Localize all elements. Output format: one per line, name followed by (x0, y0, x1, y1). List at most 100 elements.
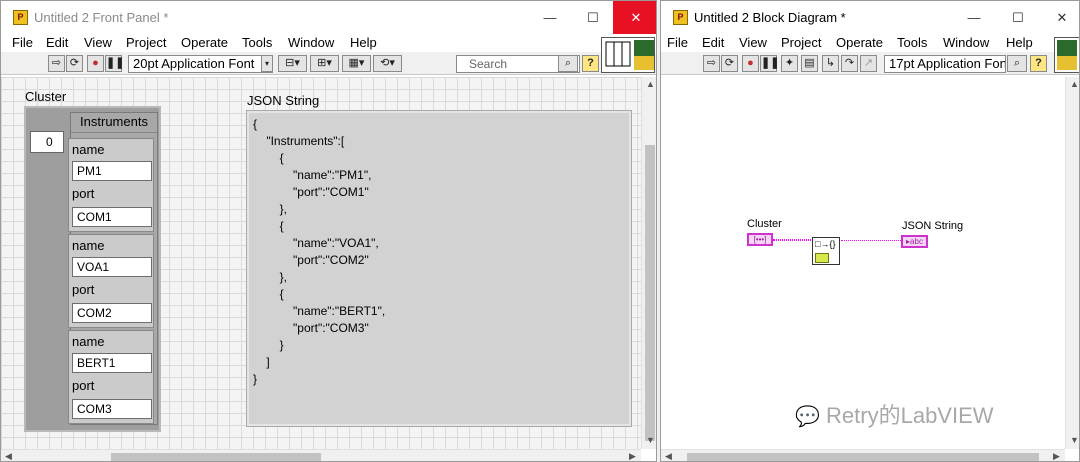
string-wire[interactable] (841, 240, 901, 242)
json-line: "port":"COM2" (253, 253, 369, 267)
scroll-thumb[interactable] (645, 145, 655, 441)
menu-project[interactable]: Project (781, 35, 821, 50)
name-field[interactable]: VOA1 (72, 257, 152, 277)
menu-project[interactable]: Project (126, 35, 166, 50)
json-line: }, (253, 270, 288, 284)
scroll-up-icon[interactable]: ▲ (646, 79, 655, 89)
menu-operate[interactable]: Operate (181, 35, 228, 50)
menu-file[interactable]: File (12, 35, 33, 50)
json-string-terminal-glyph: ▸abc (906, 237, 923, 246)
pause-icon[interactable]: ❚❚ (105, 55, 124, 72)
block-diagram-canvas[interactable] (661, 77, 1065, 449)
close-button[interactable]: ✕ (613, 1, 656, 34)
scroll-thumb[interactable] (111, 453, 321, 461)
pause-icon[interactable]: ❚❚ (760, 55, 779, 72)
search-icon[interactable]: ⌕ (1007, 55, 1027, 72)
title-bar[interactable]: P Untitled 2 Block Diagram * — ☐ ✕ (661, 1, 1079, 34)
name-field[interactable]: PM1 (72, 161, 152, 181)
menu-operate[interactable]: Operate (836, 35, 883, 50)
wechat-icon: 💬 (795, 406, 820, 428)
font-selector[interactable]: 17pt Application Font (884, 55, 1006, 73)
connector-pane-icon[interactable] (601, 37, 655, 73)
context-help-icon[interactable]: ? (1030, 55, 1047, 72)
menu-help[interactable]: Help (350, 35, 377, 50)
align-objects-icon[interactable]: ⊟▾ (278, 55, 307, 72)
maximize-button[interactable]: ☐ (995, 1, 1041, 34)
scroll-left-icon[interactable]: ◀ (665, 451, 672, 461)
maximize-button[interactable]: ☐ (570, 1, 616, 34)
name-field[interactable]: BERT1 (72, 353, 152, 373)
reorder-icon[interactable]: ⟲▾ (373, 55, 402, 72)
port-field[interactable]: COM2 (72, 303, 152, 323)
horizontal-scrollbar[interactable]: ◀ ▶ (661, 449, 1065, 461)
scroll-down-icon[interactable]: ▼ (646, 435, 655, 445)
font-dropdown-icon[interactable]: ▾ (261, 55, 273, 72)
cluster-label: Cluster (25, 89, 67, 104)
abort-icon[interactable]: ● (87, 55, 104, 72)
menu-bar: File Edit View Project Operate Tools Win… (661, 34, 1079, 52)
menu-window[interactable]: Window (288, 35, 334, 50)
array-index-input[interactable]: 0 (30, 131, 64, 153)
json-string-indicator[interactable]: { "Instruments":[ { "name":"PM1", "port"… (246, 110, 632, 427)
scroll-right-icon[interactable]: ▶ (1053, 451, 1060, 461)
menu-help[interactable]: Help (1006, 35, 1033, 50)
json-string-label: JSON String (247, 93, 320, 108)
menu-tools[interactable]: Tools (897, 35, 927, 50)
highlight-execution-icon[interactable]: ✦ (781, 55, 798, 72)
context-help-icon[interactable]: ? (582, 55, 599, 72)
retain-wire-values-icon[interactable]: ▤ (801, 55, 818, 72)
json-line: "Instruments":[ (253, 134, 345, 148)
menu-view[interactable]: View (84, 35, 112, 50)
horizontal-scrollbar[interactable]: ◀ ▶ (1, 449, 641, 461)
resize-objects-icon[interactable]: ▦▾ (342, 55, 371, 72)
connector-pane-icon[interactable] (1054, 37, 1079, 73)
run-arrow-icon[interactable]: ⇨ (48, 55, 65, 72)
cluster-wire[interactable] (773, 239, 813, 241)
step-into-icon[interactable]: ↳ (822, 55, 839, 72)
scroll-left-icon[interactable]: ◀ (5, 451, 12, 461)
cluster-terminal[interactable]: [•••] (747, 233, 773, 246)
cluster-control[interactable]: ▲▼ 0 Instruments name PM1 port COM1 name… (24, 106, 161, 432)
font-selector[interactable]: 20pt Application Font (128, 55, 273, 73)
run-continuously-icon[interactable]: ⟳ (721, 55, 738, 72)
menu-bar: File Edit View Project Operate Tools Win… (1, 34, 656, 52)
scroll-up-icon[interactable]: ▲ (1070, 79, 1079, 89)
close-button[interactable]: ✕ (1039, 1, 1079, 34)
window-title: Untitled 2 Front Panel * (34, 10, 169, 25)
run-continuously-icon[interactable]: ⟳ (66, 55, 83, 72)
vertical-scrollbar[interactable]: ▲ ▼ (1065, 77, 1079, 449)
flatten-to-json-node[interactable]: □→{} (812, 237, 840, 265)
menu-tools[interactable]: Tools (242, 35, 272, 50)
menu-view[interactable]: View (739, 35, 767, 50)
run-arrow-icon[interactable]: ⇨ (703, 55, 720, 72)
port-field-label: port (72, 186, 95, 201)
vertical-scrollbar[interactable]: ▲ ▼ (641, 77, 656, 449)
port-field[interactable]: COM1 (72, 207, 152, 227)
port-field-label: port (72, 378, 95, 393)
scroll-down-icon[interactable]: ▼ (1070, 435, 1079, 445)
json-line: }, (253, 202, 288, 216)
menu-edit[interactable]: Edit (702, 35, 724, 50)
title-bar[interactable]: P Untitled 2 Front Panel * — ☐ ✕ (1, 1, 656, 34)
labview-app-icon: P (673, 10, 688, 25)
search-icon[interactable]: ⌕ (558, 55, 578, 72)
scroll-right-icon[interactable]: ▶ (629, 451, 636, 461)
distribute-objects-icon[interactable]: ⊞▾ (310, 55, 339, 72)
json-string-terminal[interactable]: ▸abc (901, 235, 928, 248)
menu-edit[interactable]: Edit (46, 35, 68, 50)
menu-window[interactable]: Window (943, 35, 989, 50)
port-field[interactable]: COM3 (72, 399, 152, 419)
array-index-value: 0 (46, 135, 53, 149)
minimize-button[interactable]: — (951, 1, 997, 34)
json-line: { (253, 151, 284, 165)
array-element: name BERT1 port COM3 (68, 330, 154, 424)
step-over-icon[interactable]: ↷ (841, 55, 858, 72)
cluster-terminal-glyph: [•••] (753, 235, 767, 244)
minimize-button[interactable]: — (527, 1, 573, 34)
menu-file[interactable]: File (667, 35, 688, 50)
watermark-text: Retry的LabVIEW (826, 403, 994, 428)
step-out-icon[interactable]: ↗ (860, 55, 877, 72)
json-line: } (253, 338, 284, 352)
abort-icon[interactable]: ● (742, 55, 759, 72)
scroll-thumb[interactable] (687, 453, 1039, 461)
